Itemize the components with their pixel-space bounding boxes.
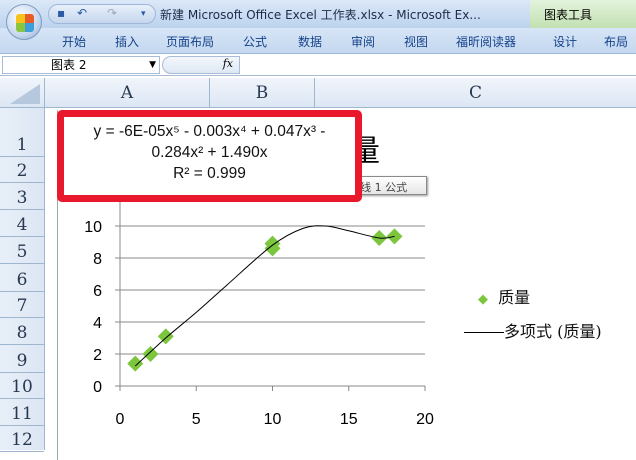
legend-trendline[interactable]: 多项式 (质量) xyxy=(464,318,602,342)
trendline-equation-label[interactable]: y = -6E-05x⁵ - 0.003x⁴ + 0.047x³ - 0.284… xyxy=(57,110,362,202)
y-tick-label: 4 xyxy=(93,315,102,332)
x-tick-label: 15 xyxy=(340,411,358,428)
r-squared: R² = 0.999 xyxy=(173,165,246,182)
x-tick-label: 20 xyxy=(416,411,434,428)
y-tick-label: 6 xyxy=(93,283,102,300)
y-tick-label: 8 xyxy=(93,251,102,268)
line-icon xyxy=(464,332,504,333)
scatter-plot: 02468101205101520 xyxy=(84,187,434,428)
trendline xyxy=(134,225,395,367)
diamond-marker-icon: ◆ xyxy=(478,292,488,307)
data-point xyxy=(157,328,174,345)
x-tick-label: 10 xyxy=(264,411,282,428)
office-button[interactable] xyxy=(6,4,42,40)
data-point xyxy=(142,346,159,362)
y-tick-label: 0 xyxy=(93,379,102,396)
data-point xyxy=(127,355,144,372)
x-tick-label: 5 xyxy=(192,411,201,428)
equation-line-1: y = -6E-05x⁵ - 0.003x⁴ + 0.047x³ - xyxy=(93,123,326,140)
y-tick-label: 10 xyxy=(84,219,102,236)
legend-series[interactable]: ◆ 质量 xyxy=(478,284,530,308)
x-tick-label: 0 xyxy=(116,411,125,428)
y-tick-label: 2 xyxy=(93,347,102,364)
office-logo-icon xyxy=(16,14,34,32)
equation-line-2: 0.284x² + 1.490x xyxy=(151,144,268,161)
